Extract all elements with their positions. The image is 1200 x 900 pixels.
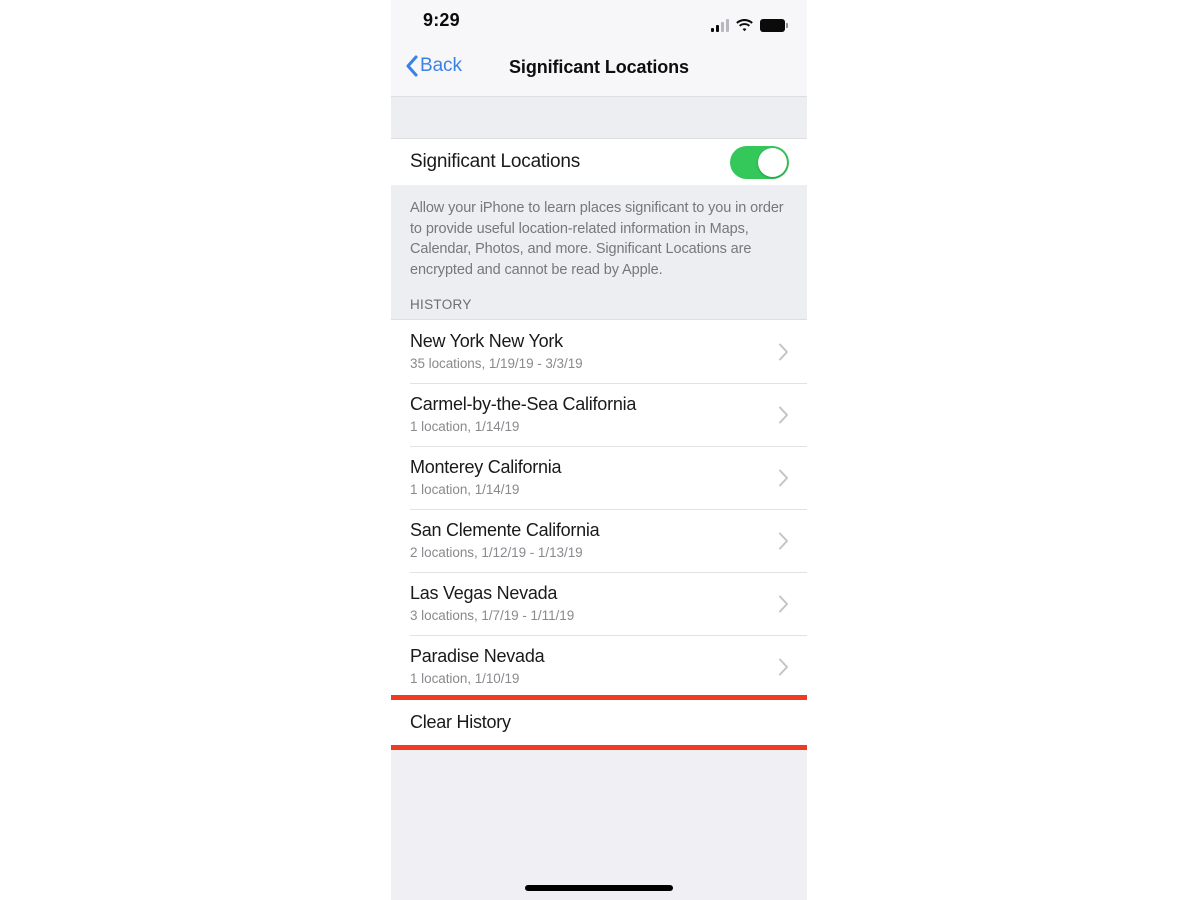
chevron-right-icon [778, 657, 789, 676]
clear-history-wrapper: Clear History [391, 695, 807, 751]
list-item-title: Las Vegas Nevada [410, 583, 558, 604]
list-item-subtitle: 1 location, 1/14/19 [410, 482, 520, 498]
wifi-icon [736, 19, 753, 32]
clear-history-button[interactable]: Clear History [391, 699, 807, 747]
table-row[interactable]: Paradise Nevada 1 location, 1/10/19 [391, 635, 807, 699]
settings-content: Significant Locations Allow your iPhone … [391, 97, 807, 892]
chevron-right-icon [778, 342, 789, 361]
status-time: 9:29 [423, 10, 460, 30]
section-spacer [391, 97, 807, 139]
list-item-subtitle: 1 location, 1/14/19 [410, 419, 520, 435]
significant-locations-toggle[interactable] [730, 145, 789, 179]
chevron-right-icon [778, 405, 789, 424]
table-row[interactable]: New York New York 35 locations, 1/19/19 … [391, 320, 807, 384]
list-item-subtitle: 2 locations, 1/12/19 - 1/13/19 [410, 545, 583, 561]
chevron-right-icon [778, 531, 789, 550]
table-row[interactable]: Monterey California 1 location, 1/14/19 [391, 446, 807, 510]
history-section-header: HISTORY [391, 280, 807, 320]
status-bar: 9:29 [391, 0, 807, 46]
battery-icon [760, 19, 788, 32]
significant-locations-description: Allow your iPhone to learn places signif… [391, 185, 807, 281]
significant-locations-label: Significant Locations [410, 151, 581, 172]
list-item-title: San Clemente California [410, 520, 600, 541]
list-item-title: Monterey California [410, 457, 562, 478]
table-row[interactable]: Las Vegas Nevada 3 locations, 1/7/19 - 1… [391, 572, 807, 636]
list-item-subtitle: 35 locations, 1/19/19 - 3/3/19 [410, 356, 583, 372]
navigation-bar: Back Significant Locations [391, 46, 807, 97]
list-item-subtitle: 1 location, 1/10/19 [410, 671, 520, 687]
screenshot-canvas: 9:29 Back Significant Locations Signific… [0, 0, 1200, 900]
list-item-title: Paradise Nevada [410, 646, 545, 667]
chevron-right-icon [778, 594, 789, 613]
history-list: New York New York 35 locations, 1/19/19 … [391, 319, 807, 699]
bottom-filler [391, 746, 807, 892]
list-item-title: Carmel-by-the-Sea California [410, 394, 637, 415]
cellular-signal-icon [711, 19, 729, 32]
table-row[interactable]: Carmel-by-the-Sea California 1 location,… [391, 383, 807, 447]
home-indicator[interactable] [525, 885, 673, 891]
chevron-right-icon [778, 468, 789, 487]
toggle-knob [758, 147, 787, 177]
status-icons [711, 14, 788, 32]
page-title: Significant Locations [509, 57, 689, 77]
list-item-subtitle: 3 locations, 1/7/19 - 1/11/19 [410, 608, 575, 624]
iphone-screen: 9:29 Back Significant Locations Signific… [391, 0, 807, 900]
significant-locations-row[interactable]: Significant Locations [391, 139, 807, 185]
list-item-title: New York New York [410, 331, 563, 352]
table-row[interactable]: San Clemente California 2 locations, 1/1… [391, 509, 807, 573]
